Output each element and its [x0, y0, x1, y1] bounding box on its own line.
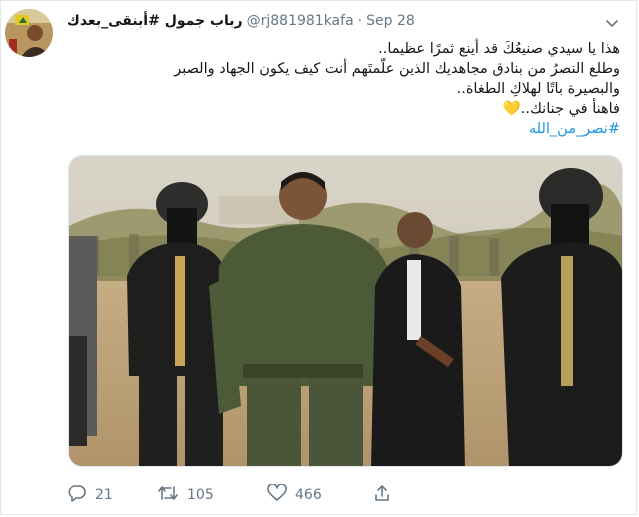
tweet-line: #نصر_من_الله — [61, 119, 620, 139]
reply-count: 21 — [95, 487, 113, 503]
photo-illustration — [69, 156, 622, 466]
tweet-line: هذا يا سيدي صنيعُكَ قد أينع ثمرًا عظيما.… — [378, 41, 620, 57]
tweet-text: هذا يا سيدي صنيعُكَ قد أينع ثمرًا عظيما.… — [61, 39, 620, 139]
tweet-card: رباب جمول #أبنقى_بعدك @rj881981kafa · Se… — [0, 0, 637, 515]
retweet-icon — [157, 484, 179, 506]
tweet-line: والبصيرة باتًا لهلاكِ الطغاة.. — [456, 81, 620, 97]
separator-dot: · — [357, 13, 363, 29]
like-count: 466 — [295, 487, 322, 503]
retweet-count: 105 — [187, 487, 214, 503]
share-icon — [373, 484, 391, 506]
user-handle[interactable]: @rj881981kafa — [247, 13, 354, 29]
tweet-line: وطلع النصرُ من بنادق مجاهديك الذين علّمت… — [174, 61, 620, 77]
tweet-photo[interactable] — [68, 155, 623, 467]
tweet-actions: 21 105 466 — [67, 483, 391, 506]
tweet-header: رباب جمول #أبنقى_بعدك @rj881981kafa · Se… — [67, 13, 415, 29]
tweet-line: فاهنأ في جنانك..💛 — [61, 99, 620, 119]
display-name[interactable]: رباب جمول #أبنقى_بعدك — [67, 13, 243, 29]
share-button[interactable] — [373, 484, 391, 506]
avatar[interactable] — [5, 9, 53, 57]
hashtag-link[interactable]: #نصر_من_الله — [529, 121, 620, 137]
tweet-line-text: فاهنأ في جنانك.. — [520, 101, 620, 117]
like-button[interactable]: 466 — [267, 483, 373, 506]
reply-button[interactable]: 21 — [67, 484, 157, 506]
yellow-heart-emoji: 💛 — [502, 101, 521, 117]
heart-icon — [267, 483, 287, 506]
reply-icon — [67, 484, 87, 506]
chevron-down-icon[interactable] — [604, 15, 620, 31]
tweet-date[interactable]: Sep 28 — [366, 13, 415, 29]
retweet-button[interactable]: 105 — [157, 484, 267, 506]
